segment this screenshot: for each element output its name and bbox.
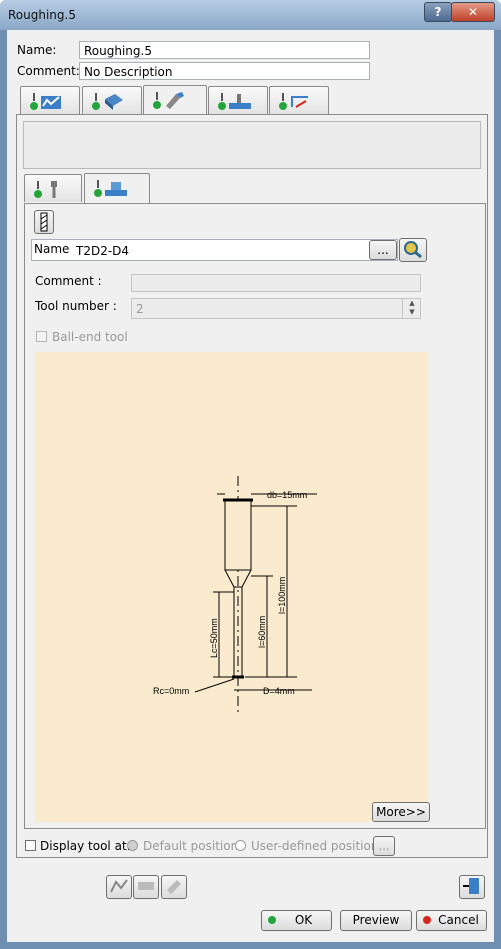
tab-tool[interactable] <box>143 85 207 115</box>
tool-comment-label: Comment : <box>35 274 102 288</box>
close-button[interactable]: ✕ <box>451 2 495 22</box>
preview-button[interactable]: Preview <box>340 910 412 931</box>
replay-icon <box>110 879 128 893</box>
tab-macros[interactable] <box>269 86 329 114</box>
tab-tool-geometry[interactable] <box>84 173 150 203</box>
display-tool-checkbox[interactable] <box>25 840 36 851</box>
window-title: Roughing.5 <box>8 8 76 22</box>
position-browse-button[interactable]: ... <box>373 836 395 856</box>
analyze-icon <box>167 880 181 894</box>
title-bar: Roughing.5 ? ✕ <box>0 0 501 30</box>
tool-type-button[interactable] <box>34 210 54 234</box>
tool-geometry-icon <box>94 180 127 197</box>
cancel-button[interactable]: Cancel <box>416 910 487 931</box>
tool-page: Name T2D2-D4 ... Comment : Tool number :… <box>24 203 486 829</box>
tool-name-field[interactable]: T2D2-D4 <box>76 244 129 258</box>
comment-label: Comment: <box>17 64 80 78</box>
dialog-window: Roughing.5 ? ✕ Name: Roughing.5 Comment:… <box>0 0 501 949</box>
tool-icon <box>153 92 184 109</box>
tool-number-label: Tool number : <box>35 299 117 313</box>
strategy-icon <box>30 93 61 110</box>
ok-label: OK <box>294 913 313 927</box>
description-area <box>23 121 481 169</box>
analyze-button[interactable] <box>161 875 187 899</box>
label-lc: Lc=50mm <box>209 618 219 658</box>
more-button[interactable]: More>> <box>372 802 430 822</box>
tab-tool-assembly[interactable] <box>24 174 82 202</box>
tab-feeds[interactable] <box>208 86 268 114</box>
display-tool-label: Display tool at: <box>40 839 131 853</box>
dialog-client: Name: Roughing.5 Comment: No Description <box>7 30 494 942</box>
comment-field[interactable]: No Description <box>79 62 370 80</box>
geometry-icon <box>92 93 123 110</box>
ball-end-label: Ball-end tool <box>52 330 128 344</box>
user-position-radio[interactable] <box>235 840 246 851</box>
tool-drawing: db=15mm l=100mm l=60mm Lc=50mm Rc=0mm D=… <box>35 352 428 822</box>
label-l-total: l=100mm <box>277 577 287 614</box>
cancel-icon <box>423 916 431 924</box>
tool-name-label: Name <box>34 242 70 256</box>
macros-icon <box>279 93 308 110</box>
label-l-shank: l=60mm <box>257 616 267 648</box>
label-db: db=15mm <box>267 490 307 500</box>
ball-end-checkbox[interactable] <box>36 331 47 342</box>
name-label: Name: <box>17 43 57 57</box>
report-icon <box>463 878 479 894</box>
label-rc: Rc=0mm <box>153 686 189 696</box>
tab-geometry[interactable] <box>82 86 142 114</box>
report-button[interactable] <box>459 875 485 899</box>
ok-icon <box>268 916 276 924</box>
search-icon <box>404 241 422 259</box>
ok-button[interactable]: OK <box>261 910 332 931</box>
user-position-label: User-defined position <box>251 839 379 853</box>
tool-path-replay-button[interactable] <box>106 875 132 899</box>
end-mill-icon <box>40 212 48 232</box>
default-position-radio[interactable] <box>127 840 138 851</box>
simulation-icon <box>138 882 154 890</box>
tool-comment-field[interactable] <box>131 274 421 292</box>
feeds-icon <box>218 93 251 110</box>
simulation-button[interactable] <box>133 875 159 899</box>
tool-number-spinner[interactable]: ▲ ▼ <box>402 299 421 318</box>
tab-strategy[interactable] <box>20 86 80 114</box>
tool-search-button[interactable] <box>399 238 427 262</box>
default-position-label: Default position <box>143 839 239 853</box>
tool-number-field[interactable]: 2 <box>131 298 421 319</box>
tool-diagram: db=15mm l=100mm l=60mm Lc=50mm Rc=0mm D=… <box>153 476 317 712</box>
help-button[interactable]: ? <box>424 2 452 22</box>
label-d: D=4mm <box>263 686 295 696</box>
tool-browse-button[interactable]: ... <box>369 240 397 260</box>
name-field[interactable]: Roughing.5 <box>79 41 370 59</box>
cancel-label: Cancel <box>438 913 479 927</box>
tool-assembly-icon <box>34 181 57 198</box>
